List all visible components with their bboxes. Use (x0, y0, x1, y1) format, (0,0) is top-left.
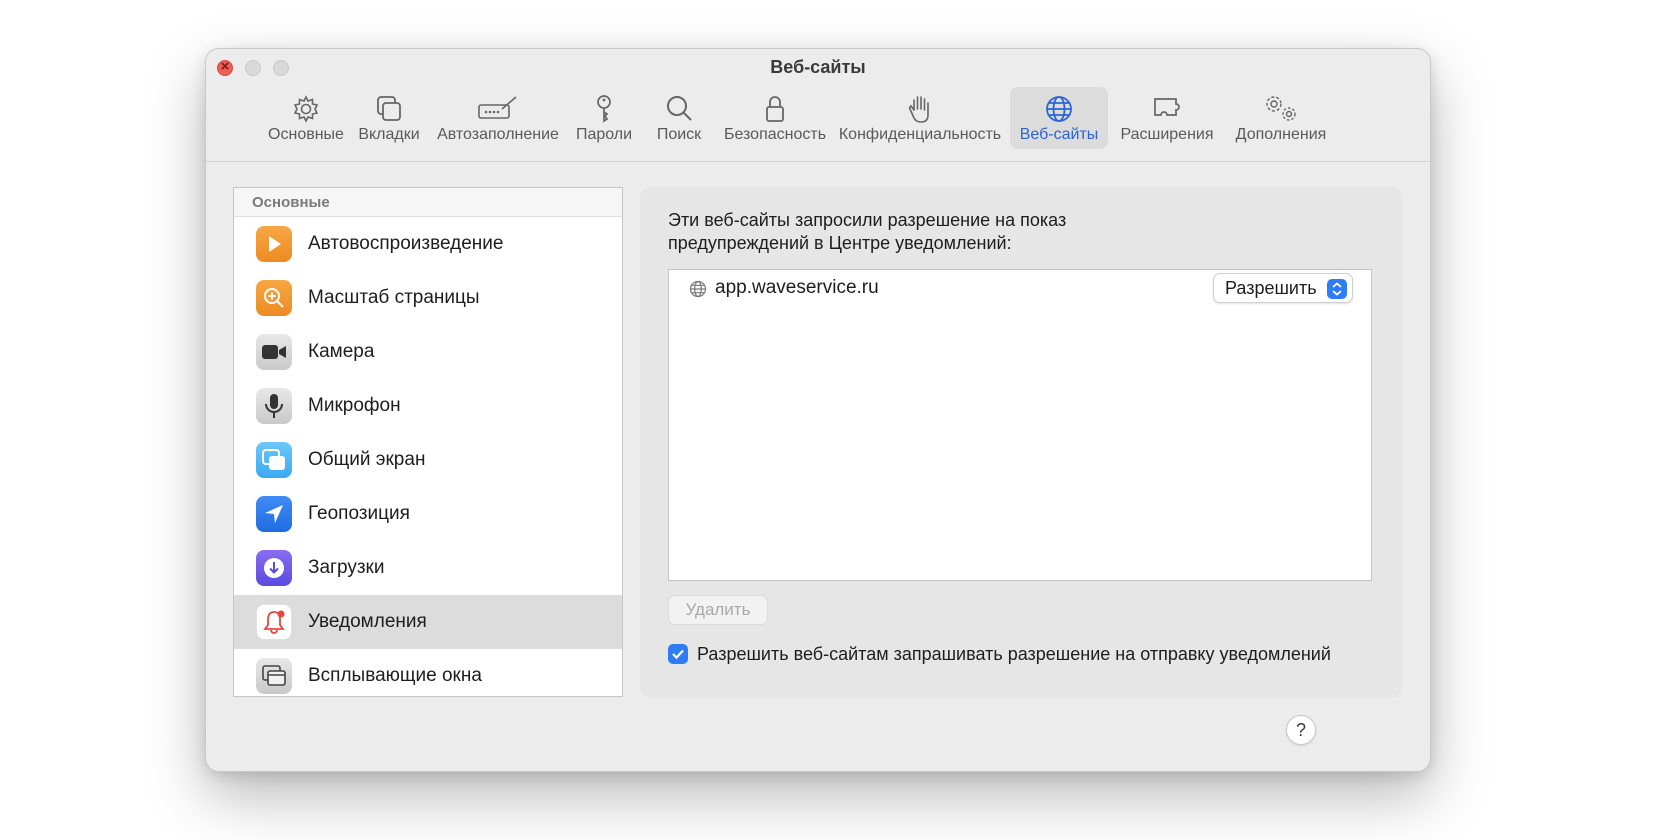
allow-requests-label: Разрешить веб-сайтам запрашивать разреше… (697, 643, 1331, 664)
tab-general[interactable]: Основные (266, 87, 346, 149)
chevron-updown-icon (1327, 279, 1347, 299)
sidebar-item-notifications[interactable]: Уведомления (234, 595, 622, 649)
hand-icon (908, 96, 929, 123)
tabs-icon (377, 96, 401, 121)
gear-icon (293, 95, 319, 123)
permissions-sidebar: Основные Автовоспроизведение Масштаб стр… (233, 187, 623, 697)
popup-window-icon (256, 658, 292, 694)
site-domain: app.waveservice.ru (715, 277, 879, 298)
bell-icon (256, 604, 292, 640)
allow-requests-option[interactable]: Разрешить веб-сайтам запрашивать разреше… (668, 641, 1331, 667)
allow-requests-checkbox[interactable] (668, 644, 688, 664)
sidebar-item-location[interactable]: Геопозиция (234, 487, 622, 541)
sidebar-item-page-zoom[interactable]: Масштаб страницы (234, 271, 622, 325)
tab-privacy[interactable]: Конфиденциальность (838, 87, 1002, 149)
tab-passwords[interactable]: Пароли (570, 87, 638, 149)
globe-icon (689, 280, 707, 298)
tab-websites[interactable]: Веб-сайты (1010, 87, 1108, 149)
sidebar-item-microphone[interactable]: Микрофон (234, 379, 622, 433)
sidebar-item-autoplay[interactable]: Автовоспроизведение (234, 217, 622, 271)
location-icon (256, 496, 292, 532)
search-icon (667, 96, 692, 121)
camera-icon (256, 334, 292, 370)
permission-value: Разрешить (1225, 278, 1317, 298)
puzzle-icon (1154, 98, 1180, 116)
tab-autofill[interactable]: Автозаполнение (434, 87, 562, 149)
sidebar-item-screen-sharing[interactable]: Общий экран (234, 433, 622, 487)
tab-security[interactable]: Безопасность (720, 87, 830, 149)
websites-list[interactable]: app.waveservice.ru Разрешить (668, 269, 1372, 581)
key-icon (597, 95, 611, 123)
sidebar-item-downloads[interactable]: Загрузки (234, 541, 622, 595)
list-item[interactable]: app.waveservice.ru Разрешить (669, 270, 1371, 306)
tab-search[interactable]: Поиск (646, 87, 712, 149)
titlebar: Веб-сайты Основные Вкладки Автозаполнени… (206, 49, 1430, 162)
remove-button[interactable]: Удалить (668, 595, 768, 625)
tab-advanced[interactable]: Дополнения (1226, 87, 1336, 149)
lock-icon (766, 96, 784, 122)
gears-icon (1266, 96, 1296, 121)
autofill-icon (478, 96, 517, 119)
sidebar-section-header: Основные (234, 188, 622, 217)
notifications-panel: Эти веб-сайты запросили разрешение на по… (640, 187, 1402, 697)
globe-icon (1046, 96, 1072, 122)
tab-extensions[interactable]: Расширения (1114, 87, 1220, 149)
sidebar-item-popup-windows[interactable]: Всплывающие окна (234, 649, 622, 696)
microphone-icon (256, 388, 292, 424)
preferences-window: Веб-сайты Основные Вкладки Автозаполнени… (205, 48, 1431, 772)
tab-tabs[interactable]: Вкладки (354, 87, 424, 149)
window-title: Веб-сайты (770, 57, 866, 77)
zoom-icon (256, 280, 292, 316)
help-button[interactable]: ? (1286, 715, 1316, 745)
permission-popup[interactable]: Разрешить (1213, 273, 1353, 303)
download-icon (256, 550, 292, 586)
play-icon (256, 226, 292, 262)
panel-description: Эти веб-сайты запросили разрешение на по… (668, 210, 1067, 253)
screen-share-icon (256, 442, 292, 478)
sidebar-item-camera[interactable]: Камера (234, 325, 622, 379)
